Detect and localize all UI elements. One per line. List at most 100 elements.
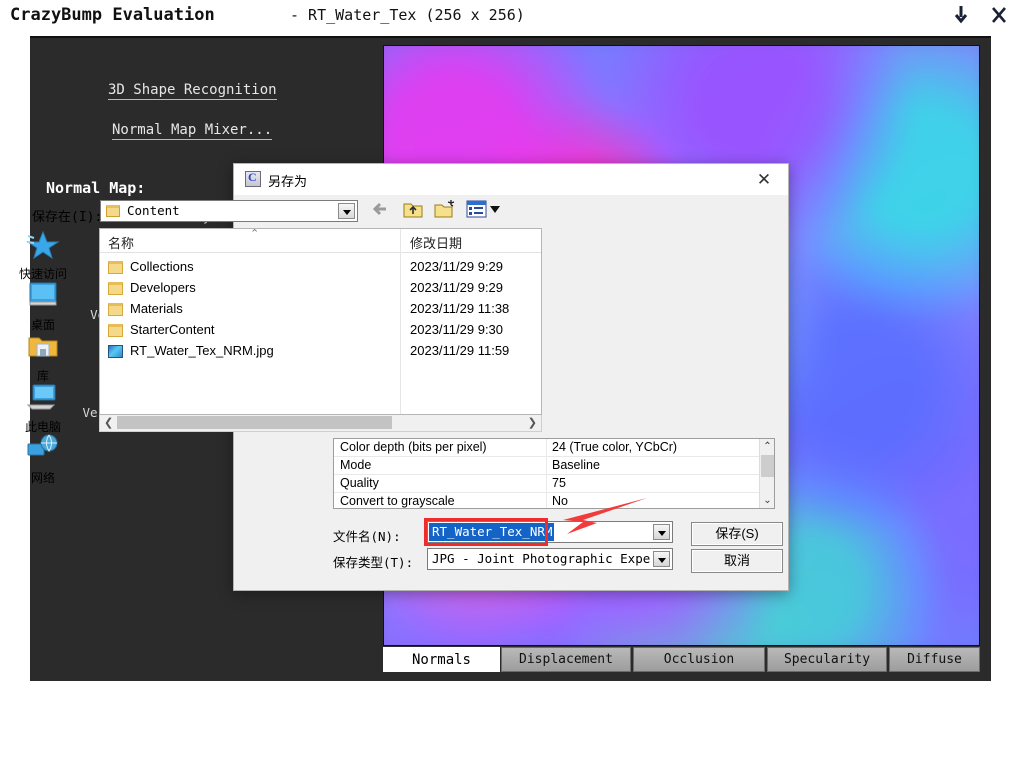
- column-header-name[interactable]: 名称: [108, 233, 134, 252]
- file-modified-date: 2023/11/29 11:59: [410, 343, 510, 358]
- file-row[interactable]: Materials 2023/11/29 11:38: [100, 300, 541, 320]
- back-arrow-icon[interactable]: [370, 198, 392, 220]
- folder-icon: [108, 324, 123, 337]
- dialog-title-text: 另存为: [268, 174, 308, 189]
- bottom-toolbar: Open Save: [0, 681, 1019, 758]
- save-in-label: 保存在(I):: [32, 210, 103, 225]
- file-modified-date: 2023/11/29 9:29: [410, 259, 504, 274]
- place-item-label: 快速访问: [18, 267, 67, 281]
- network-globe-icon: [26, 434, 60, 467]
- quick-access-star-icon: [26, 230, 60, 265]
- dialog-save-button[interactable]: 保存(S): [691, 522, 783, 546]
- tab-occlusion[interactable]: Occlusion: [633, 647, 765, 672]
- place-item-2[interactable]: 桌面: [12, 281, 74, 333]
- property-divider: [546, 439, 547, 457]
- filetype-label: 保存类型(T):: [333, 555, 414, 570]
- annotation-arrow: [527, 496, 651, 540]
- chevron-down-icon[interactable]: [338, 203, 355, 219]
- file-name: RT_Water_Tex_NRM.jpg: [130, 343, 274, 358]
- filename-dropdown-icon[interactable]: [653, 524, 670, 540]
- vscroll-thumb[interactable]: [761, 455, 774, 477]
- crazybump-window: CrazyBump Evaluation - RT_Water_Tex (256…: [0, 0, 1019, 758]
- up-folder-icon[interactable]: [402, 198, 424, 220]
- link-3d-shape-recognition[interactable]: 3D Shape Recognition: [108, 82, 277, 100]
- title-bar: CrazyBump Evaluation - RT_Water_Tex (256…: [0, 0, 1019, 32]
- property-divider: [546, 457, 547, 475]
- place-item-label: 桌面: [30, 318, 55, 332]
- filetype-value: JPG - Joint Photographic Experts Grou: [432, 551, 650, 566]
- crazybump-app-icon: [245, 170, 261, 187]
- property-row: Color depth (bits per pixel) 24 (True col…: [334, 439, 759, 457]
- folder-icon: [108, 282, 123, 295]
- link-normal-map-mixer[interactable]: Normal Map Mixer...: [112, 122, 273, 140]
- file-modified-date: 2023/11/29 11:38: [410, 301, 510, 316]
- file-modified-date: 2023/11/29 9:29: [410, 280, 504, 295]
- file-modified-date: 2023/11/29 9:30: [410, 322, 504, 337]
- tab-displacement[interactable]: Displacement: [501, 647, 631, 672]
- file-name: StarterContent: [130, 322, 215, 337]
- tab-specularity[interactable]: Specularity: [767, 647, 887, 672]
- folder-icon: [108, 303, 123, 316]
- section-title-normal-map: Normal Map:: [46, 179, 146, 197]
- link-3d-shape-recognition-label: 3D Shape Recognition: [108, 82, 277, 100]
- property-divider: [546, 475, 547, 493]
- places-sidebar: 快速访问桌面库此电脑网络: [12, 230, 74, 490]
- place-item-label: 此电脑: [24, 420, 61, 434]
- new-folder-icon[interactable]: [433, 198, 455, 220]
- close-icon[interactable]: [986, 4, 1012, 30]
- file-row[interactable]: StarterContent 2023/11/29 9:30: [100, 321, 541, 341]
- filetype-dropdown-icon[interactable]: [653, 551, 670, 567]
- scroll-down-icon[interactable]: ⌄: [760, 493, 774, 508]
- place-item-3[interactable]: 库: [12, 332, 74, 384]
- image-file-icon: [108, 345, 123, 358]
- file-name: Materials: [130, 301, 183, 316]
- filename-label: 文件名(N):: [333, 529, 401, 544]
- save-in-combo[interactable]: Content: [100, 200, 358, 222]
- scroll-up-icon[interactable]: ⌃: [760, 439, 774, 454]
- desktop-monitor-icon: [26, 281, 60, 314]
- tab-normals[interactable]: Normals: [383, 647, 500, 672]
- property-key: Color depth (bits per pixel): [340, 440, 487, 454]
- link-normal-map-mixer-label: Normal Map Mixer...: [112, 122, 273, 140]
- property-key: Convert to grayscale: [340, 494, 455, 508]
- scroll-right-icon[interactable]: ❯: [528, 416, 537, 429]
- sort-caret-icon: ⌃: [250, 228, 260, 240]
- library-folder-icon: [26, 332, 60, 365]
- filetype-select[interactable]: JPG - Joint Photographic Experts Grou: [427, 548, 673, 570]
- save-in-value: Content: [127, 203, 180, 218]
- file-row[interactable]: Developers 2023/11/29 9:29: [100, 279, 541, 299]
- file-row[interactable]: Collections 2023/11/29 9:29: [100, 258, 541, 278]
- property-key: Quality: [340, 476, 379, 490]
- place-item-4[interactable]: 此电脑: [12, 383, 74, 435]
- dialog-title-bar: 另存为 ✕: [234, 164, 788, 195]
- hscroll-thumb[interactable]: [117, 416, 392, 429]
- this-pc-icon: [26, 383, 60, 416]
- dialog-cancel-button[interactable]: 取消: [691, 549, 783, 573]
- dialog-close-icon[interactable]: ✕: [744, 167, 784, 192]
- property-row: Mode Baseline: [334, 457, 759, 475]
- folder-icon: [106, 205, 120, 217]
- property-value: 24 (True color, YCbCr): [552, 440, 678, 454]
- folder-icon: [108, 261, 123, 274]
- tab-diffuse[interactable]: Diffuse: [889, 647, 980, 672]
- map-tabs: Normals Displacement Occlusion Specularity D…: [383, 647, 980, 672]
- minimize-icon[interactable]: [948, 4, 974, 30]
- place-item-label: 网络: [30, 471, 55, 485]
- dialog-nav-toolbar: [370, 198, 540, 222]
- properties-vscrollbar[interactable]: ⌃ ⌄: [759, 439, 774, 508]
- view-mode-icon[interactable]: [466, 198, 500, 220]
- property-value: Baseline: [552, 458, 600, 472]
- app-title: CrazyBump Evaluation: [10, 5, 215, 25]
- file-list-hscrollbar[interactable]: ❮ ❯: [99, 415, 542, 432]
- file-row[interactable]: RT_Water_Tex_NRM.jpg 2023/11/29 11:59: [100, 342, 541, 362]
- file-name: Collections: [130, 259, 194, 274]
- place-item-5[interactable]: 网络: [12, 434, 74, 486]
- place-item-label: 库: [36, 369, 49, 383]
- property-value: 75: [552, 476, 566, 490]
- file-list-header: 名称 修改日期 ⌃: [100, 228, 541, 253]
- column-header-modified[interactable]: 修改日期: [410, 233, 462, 252]
- scroll-left-icon[interactable]: ❮: [104, 416, 113, 429]
- property-row: Quality 75: [334, 475, 759, 493]
- place-item-1[interactable]: 快速访问: [12, 230, 74, 282]
- file-list[interactable]: 名称 修改日期 ⌃ Collections 2023/11/29 9:29 Deve…: [99, 228, 542, 415]
